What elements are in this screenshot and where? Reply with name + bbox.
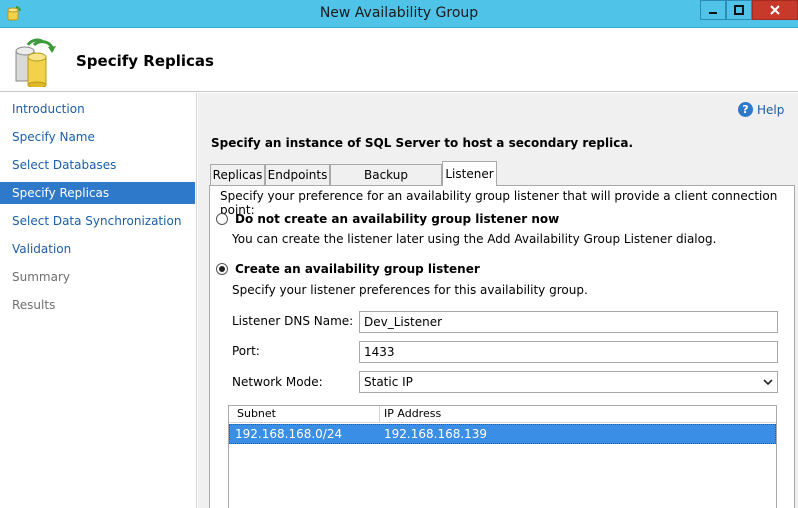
nav-item-summary: Summary [12, 270, 70, 284]
column-header-ip-address[interactable]: IP Address [384, 407, 441, 420]
port-input[interactable]: 1433 [359, 341, 778, 363]
tab-listener[interactable]: Listener [442, 161, 497, 186]
help-icon: ? [738, 102, 753, 117]
cell-subnet: 192.168.168.0/24 [235, 427, 343, 441]
subnet-grid[interactable]: Subnet IP Address 192.168.168.0/24 192.1… [228, 405, 777, 508]
title-bar: New Availability Group [0, 0, 798, 28]
nav-item-introduction[interactable]: Introduction [0, 98, 195, 120]
column-header-subnet[interactable]: Subnet [237, 407, 276, 420]
instruction-text: Specify an instance of SQL Server to hos… [211, 136, 634, 150]
network-mode-label: Network Mode: [232, 375, 323, 389]
no-listener-subtext: You can create the listener later using … [232, 232, 717, 246]
grid-header: Subnet IP Address [229, 406, 776, 423]
help-link[interactable]: ? Help [738, 102, 784, 117]
chevron-down-icon [763, 379, 773, 386]
radio-label: Do not create an availability group list… [235, 212, 560, 226]
help-label: Help [757, 102, 785, 117]
close-button[interactable] [752, 0, 798, 20]
minimize-button[interactable] [700, 0, 726, 20]
tab-backup-preferences[interactable]: Backup Preferences [330, 164, 442, 202]
nav-item-select-databases[interactable]: Select Databases [0, 154, 195, 176]
network-mode-select[interactable]: Static IP [359, 371, 778, 393]
table-row[interactable]: 192.168.168.0/24 192.168.168.139 [229, 424, 776, 444]
network-mode-value: Static IP [364, 375, 413, 389]
radio-label: Create an availability group listener [235, 262, 480, 276]
maximize-button[interactable] [726, 0, 752, 20]
radio-button[interactable] [216, 213, 228, 225]
close-icon [770, 5, 780, 15]
radio-no-listener[interactable]: Do not create an availability group list… [216, 212, 559, 226]
nav-item-specify-replicas[interactable]: Specify Replicas [0, 182, 195, 204]
maximize-icon [734, 5, 744, 15]
radio-create-listener[interactable]: Create an availability group listener [216, 262, 480, 276]
dns-name-input[interactable]: Dev_Listener [359, 311, 778, 333]
window-title: New Availability Group [319, 5, 479, 21]
minimize-icon [709, 12, 717, 14]
nav-item-validation[interactable]: Validation [0, 238, 195, 260]
create-listener-subtext: Specify your listener preferences for th… [232, 283, 588, 297]
main-content: ? Help Specify an instance of SQL Server… [198, 93, 798, 508]
cell-ip-address: 192.168.168.139 [384, 427, 488, 441]
nav-item-results: Results [12, 298, 56, 312]
dns-name-label: Listener DNS Name: [232, 314, 354, 328]
wizard-nav: Introduction Specify Name Select Databas… [0, 93, 197, 508]
wizard-header: Specify Replicas [0, 29, 798, 92]
radio-button-checked[interactable] [216, 263, 228, 275]
port-label: Port: [232, 344, 260, 358]
tab-endpoints[interactable]: Endpoints [265, 164, 330, 185]
nav-item-select-data-synchronization[interactable]: Select Data Synchronization [0, 210, 195, 232]
page-title: Specify Replicas [76, 52, 214, 70]
database-replica-icon [15, 38, 56, 87]
tab-replicas[interactable]: Replicas [210, 164, 265, 185]
nav-item-specify-name[interactable]: Specify Name [0, 126, 195, 148]
column-divider [379, 406, 380, 423]
